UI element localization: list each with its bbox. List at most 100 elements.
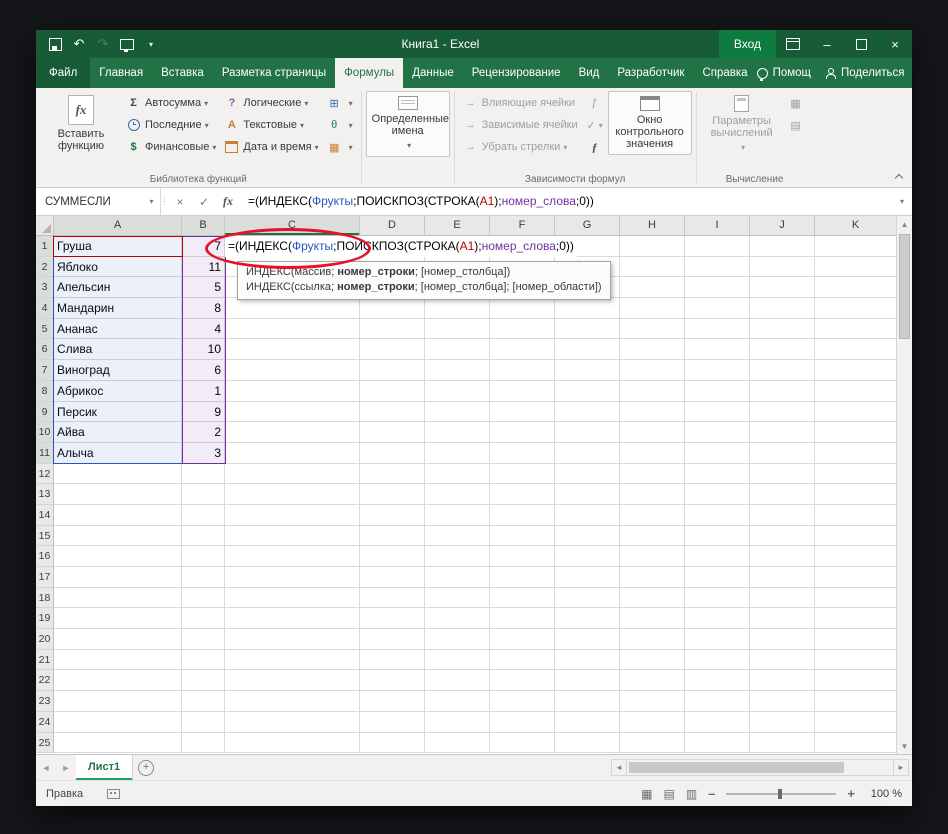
cell-C16[interactable] (225, 546, 360, 567)
cell-F21[interactable] (490, 649, 555, 671)
cell-D11[interactable] (360, 442, 425, 464)
cell-J12[interactable] (750, 463, 815, 485)
row-header-7[interactable]: 7 (36, 360, 54, 381)
cell-K17[interactable] (815, 567, 896, 588)
cell-D16[interactable] (360, 546, 425, 567)
cell-C4[interactable] (225, 298, 360, 319)
row-header-20[interactable]: 20 (36, 629, 54, 650)
cell-B7[interactable]: 6 (182, 360, 225, 381)
cell-D9[interactable] (360, 401, 425, 423)
cell-K15[interactable] (815, 526, 896, 547)
cell-A14[interactable] (54, 504, 182, 526)
cell-K16[interactable] (815, 546, 896, 567)
cell-H20[interactable] (620, 629, 685, 650)
datetime-functions-button[interactable]: Дата и время ▾ (220, 136, 322, 158)
ribbon-tab-Формулы[interactable]: Формулы (335, 58, 404, 88)
ribbon-tab-file[interactable]: Файл (36, 58, 91, 88)
cell-J21[interactable] (750, 649, 815, 671)
cell-G19[interactable] (555, 608, 620, 630)
cell-B16[interactable] (182, 546, 225, 567)
cell-F25[interactable] (490, 732, 555, 754)
autosum-button[interactable]: Σ Автосумма ▾ (122, 92, 220, 114)
cell-I5[interactable] (685, 318, 750, 340)
cell-A16[interactable] (54, 546, 182, 567)
sheet-nav-left-button[interactable]: ◄ (36, 755, 56, 780)
text-functions-button[interactable]: А Текстовые ▾ (220, 114, 322, 136)
row-header-23[interactable]: 23 (36, 691, 54, 712)
cell-B3[interactable]: 5 (182, 277, 225, 299)
cell-K19[interactable] (815, 608, 896, 630)
cell-B11[interactable]: 3 (182, 442, 225, 464)
cell-I1[interactable] (685, 236, 750, 257)
cell-C24[interactable] (225, 711, 360, 733)
cell-D22[interactable] (360, 670, 425, 692)
calculation-options-button[interactable]: Параметры вычислений ▾ (701, 91, 783, 158)
cell-G12[interactable] (555, 463, 620, 485)
cell-E14[interactable] (425, 504, 490, 526)
cell-C18[interactable] (225, 587, 360, 609)
cell-J13[interactable] (750, 484, 815, 505)
formula-bar-input[interactable]: =(ИНДЕКС(Фрукты;ПОИСКПОЗ(СТРОКА(А1);номе… (240, 188, 892, 215)
cell-G18[interactable] (555, 587, 620, 609)
row-header-11[interactable]: 11 (36, 442, 54, 464)
sheet-nav-right-button[interactable]: ► (56, 755, 76, 780)
cell-E11[interactable] (425, 442, 490, 464)
tooltip-line-2[interactable]: ИНДЕКС(ссылка; номер_строки; [номер_стол… (246, 280, 602, 295)
cell-J4[interactable] (750, 298, 815, 319)
cell-E7[interactable] (425, 360, 490, 381)
cell-I20[interactable] (685, 629, 750, 650)
cancel-button[interactable]: × (168, 188, 192, 215)
cell-F16[interactable] (490, 546, 555, 567)
column-header-A[interactable]: A (54, 216, 182, 235)
zoom-in-button[interactable]: + (847, 786, 855, 801)
name-box-dropdown[interactable]: ▾ (143, 188, 161, 215)
cell-H8[interactable] (620, 380, 685, 402)
cell-A4[interactable]: Мандарин (54, 298, 182, 319)
tooltip-line-1[interactable]: ИНДЕКС(массив; номер_строки; [номер_стол… (246, 265, 602, 280)
cell-C11[interactable] (225, 442, 360, 464)
cell-H6[interactable] (620, 339, 685, 361)
row-header-8[interactable]: 8 (36, 380, 54, 402)
ribbon-tab-Главная[interactable]: Главная (90, 58, 152, 88)
cell-E8[interactable] (425, 380, 490, 402)
cell-K10[interactable] (815, 422, 896, 443)
cell-B15[interactable] (182, 525, 225, 547)
cell-J10[interactable] (750, 422, 815, 443)
cell-E17[interactable] (425, 567, 490, 588)
cell-I3[interactable] (685, 277, 750, 299)
cell-G20[interactable] (555, 629, 620, 650)
ribbon-tab-Вставка[interactable]: Вставка (152, 58, 213, 88)
cell-D8[interactable] (360, 380, 425, 402)
cell-G23[interactable] (555, 691, 620, 712)
row-header-21[interactable]: 21 (36, 649, 54, 671)
cell-G14[interactable] (555, 504, 620, 526)
column-header-B[interactable]: B (182, 216, 225, 235)
cell-F7[interactable] (490, 360, 555, 381)
column-header-H[interactable]: H (620, 216, 685, 235)
cell-H11[interactable] (620, 442, 685, 464)
enter-button[interactable]: ✓ (192, 188, 216, 215)
cell-F6[interactable] (490, 339, 555, 361)
cell-F12[interactable] (490, 463, 555, 485)
cell-B4[interactable]: 8 (182, 298, 225, 319)
save-button[interactable] (44, 33, 66, 55)
cell-C8[interactable] (225, 380, 360, 402)
cell-K13[interactable] (815, 484, 896, 505)
cell-G11[interactable] (555, 442, 620, 464)
expand-formula-bar-button[interactable]: ▾ (892, 188, 912, 215)
scroll-up-button[interactable]: ▲ (897, 216, 912, 232)
cell-I10[interactable] (685, 422, 750, 443)
collapse-ribbon-button[interactable] (894, 172, 904, 181)
cell-G8[interactable] (555, 380, 620, 402)
zoom-slider[interactable] (726, 788, 837, 799)
cell-H10[interactable] (620, 422, 685, 443)
cell-E16[interactable] (425, 546, 490, 567)
cell-F15[interactable] (490, 525, 555, 547)
cell-I23[interactable] (685, 691, 750, 712)
cell-C10[interactable] (225, 422, 360, 443)
cell-D12[interactable] (360, 463, 425, 485)
minimize-button[interactable]: – (810, 30, 844, 58)
cell-I6[interactable] (685, 339, 750, 361)
cell-B18[interactable] (182, 587, 225, 609)
cell-B17[interactable] (182, 567, 225, 588)
